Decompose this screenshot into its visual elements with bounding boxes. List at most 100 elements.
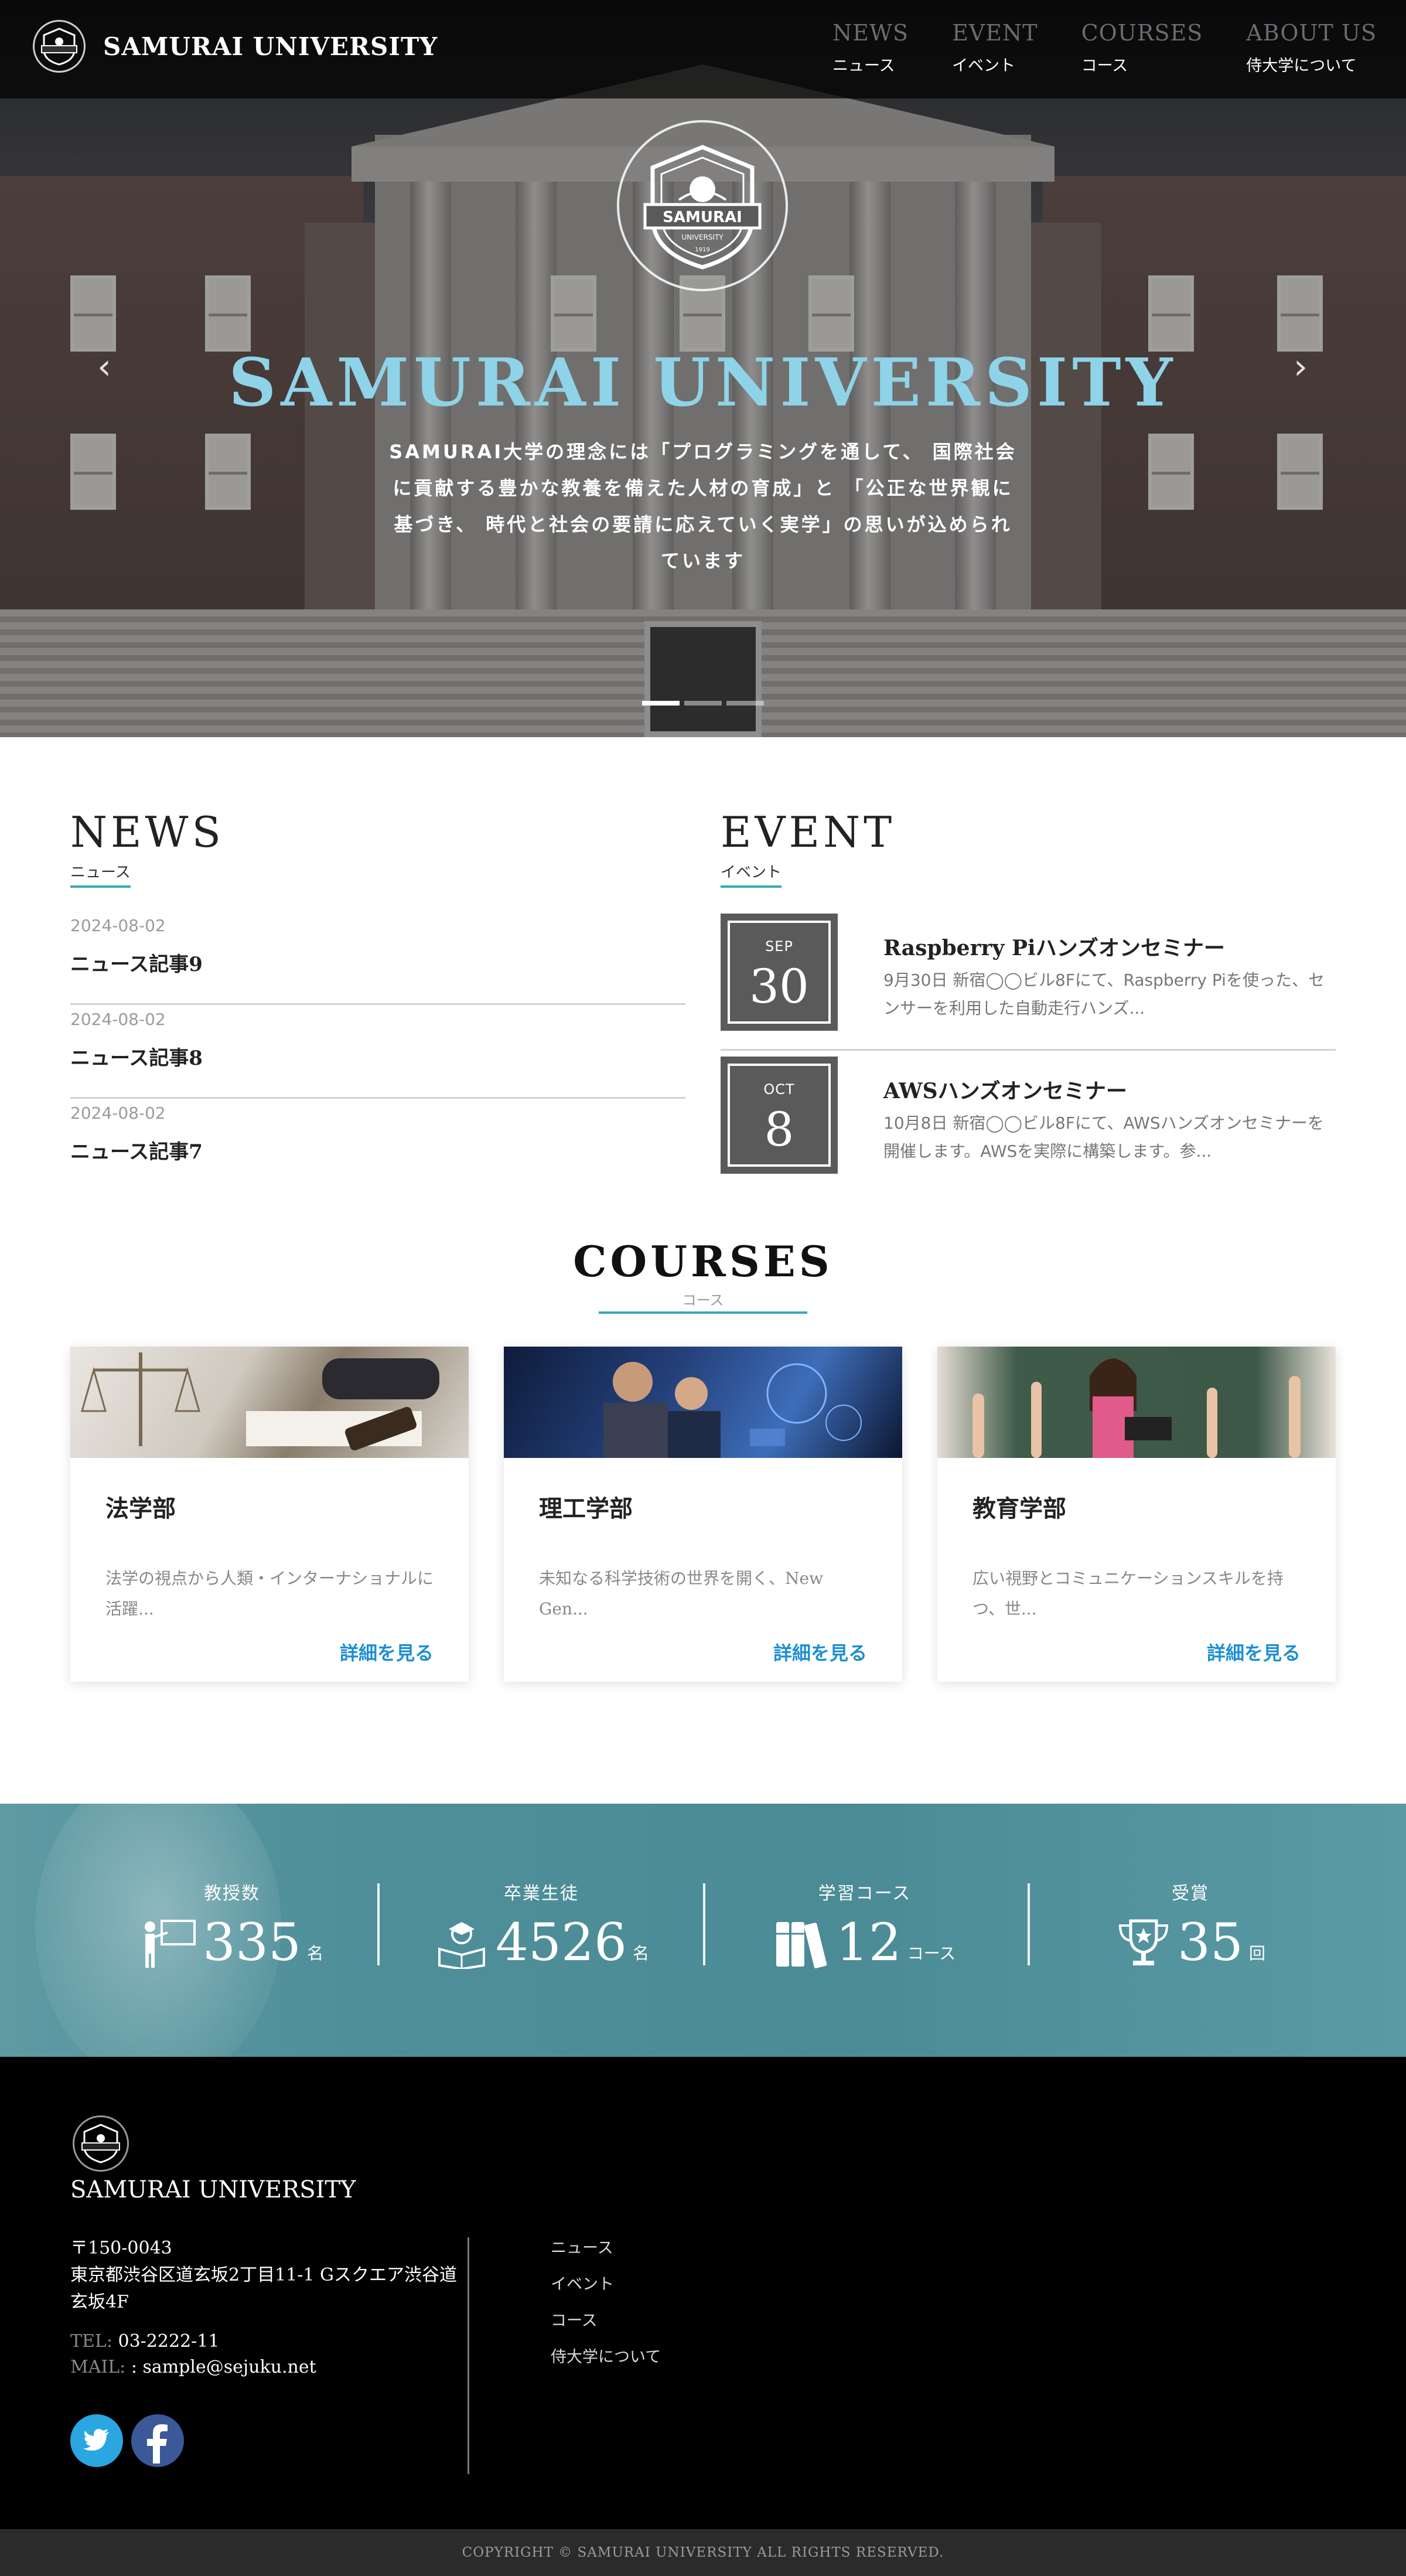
- nav-item-event[interactable]: EVENT イベント: [952, 20, 1038, 76]
- mail-value[interactable]: : sample@sejuku.net: [131, 2357, 316, 2377]
- course-detail-link[interactable]: 詳細を見る: [340, 1638, 434, 1665]
- course-name: 法学部: [105, 1495, 176, 1522]
- course-name: 理工学部: [539, 1495, 633, 1522]
- footer-zip: 〒150-0043: [70, 2238, 172, 2258]
- footer-nav: ニュース イベント コース 侍大学について: [551, 2230, 661, 2376]
- hero-title: SAMURAI UNIVERSITY: [228, 345, 1178, 421]
- footer-logo[interactable]: [73, 2115, 129, 2172]
- facebook-button[interactable]: [131, 2414, 184, 2467]
- event-month: SEP: [765, 938, 793, 955]
- slider-prev-button[interactable]: ‹: [87, 349, 122, 384]
- event-description: 9月30日 新宿◯◯ビル8Fにて、Raspberry Piを使った、センサーを利…: [883, 970, 1325, 1018]
- news-date: 2024-08-02: [70, 1103, 166, 1123]
- course-detail-link[interactable]: 詳細を見る: [773, 1638, 867, 1665]
- news-item[interactable]: 2024-08-02 ニュース記事7: [70, 1099, 685, 1192]
- footer-tel: TEL: 03-2222-11: [70, 2331, 219, 2352]
- books-icon: [776, 1922, 827, 1968]
- brand-link[interactable]: SAMURAI UNIVERSITY: [33, 20, 438, 73]
- svg-text:UNIVERSITY: UNIVERSITY: [681, 233, 724, 241]
- nav-label-ja: コース: [1081, 57, 1128, 75]
- footer-link-about[interactable]: 侍大学について: [551, 2339, 661, 2376]
- courses-header: COURSES コース: [0, 1236, 1406, 1314]
- twitter-icon: [83, 2429, 109, 2451]
- stat-graduates: 卒業生徒 4526 名: [380, 1804, 703, 2057]
- classroom-image: [972, 1358, 1301, 1458]
- news-list: 2024-08-02 ニュース記事9 2024-08-02 ニュース記事8 20…: [70, 911, 685, 1192]
- event-title-link[interactable]: Raspberry Piハンズオンセミナー: [883, 931, 1225, 962]
- event-date-badge: SEP 30: [721, 914, 838, 1031]
- news-section: NEWS ニュース 2024-08-02 ニュース記事9 2024-08-02 …: [70, 807, 685, 1192]
- event-day: 8: [764, 1102, 794, 1157]
- nav-label-ja: イベント: [952, 57, 1016, 75]
- social-links: [70, 2414, 184, 2467]
- brand-name: SAMURAI UNIVERSITY: [103, 32, 438, 61]
- stats-section: 教授数 335 名 卒業生徒 4526 名 学習コース 12 コース 受賞 35…: [0, 1804, 1406, 2057]
- emblem-icon: [81, 2124, 120, 2163]
- event-item[interactable]: OCT 8 AWSハンズオンセミナー 10月8日 新宿◯◯ビル8Fにて、AWSハ…: [721, 1051, 1336, 1194]
- stat-unit: 回: [1248, 1944, 1265, 1963]
- nav-item-about[interactable]: ABOUT US 侍大学について: [1246, 20, 1377, 76]
- footer-link-news[interactable]: ニュース: [551, 2230, 661, 2267]
- stat-label: 受賞: [1172, 1883, 1209, 1904]
- footer-mail: MAIL: : sample@sejuku.net: [70, 2357, 316, 2377]
- course-description: 未知なる科学技術の世界を開く、New Gen...: [539, 1569, 824, 1618]
- nav-item-news[interactable]: NEWS ニュース: [832, 20, 909, 76]
- slider-dot[interactable]: [642, 701, 680, 706]
- event-item[interactable]: SEP 30 Raspberry Piハンズオンセミナー 9月30日 新宿◯◯ビ…: [721, 908, 1336, 1051]
- nav-label-en: ABOUT US: [1246, 20, 1377, 46]
- svg-text:1919: 1919: [695, 247, 709, 253]
- news-title-link[interactable]: ニュース記事7: [70, 1136, 685, 1164]
- stat-unit: 名: [632, 1944, 649, 1963]
- news-title-link[interactable]: ニュース記事8: [70, 1042, 685, 1071]
- trophy-icon: [1118, 1919, 1169, 1965]
- nav-label-en: NEWS: [832, 20, 909, 46]
- stat-value: 35: [1178, 1912, 1243, 1972]
- course-name: 教育学部: [972, 1495, 1066, 1522]
- stat-professors: 教授数 335 名: [70, 1804, 394, 2057]
- course-detail-link[interactable]: 詳細を見る: [1207, 1638, 1301, 1665]
- stat-value: 4526: [496, 1912, 627, 1972]
- stat-courses: 学習コース 12 コース: [703, 1804, 1026, 2057]
- tel-value[interactable]: 03-2222-11: [118, 2331, 220, 2352]
- footer-link-courses[interactable]: コース: [551, 2303, 661, 2339]
- site-footer: SAMURAI UNIVERSITY 〒150-0043 東京都渋谷区道玄坂2丁…: [0, 2057, 1406, 2529]
- footer-link-event[interactable]: イベント: [551, 2267, 661, 2303]
- courses-title: COURSES: [573, 1236, 833, 1286]
- slider-dot[interactable]: [684, 701, 722, 706]
- nav-label-ja: ニュース: [832, 57, 895, 75]
- site-header: SAMURAI UNIVERSITY NEWS ニュース EVENT イベント …: [0, 0, 1406, 98]
- news-item[interactable]: 2024-08-02 ニュース記事9: [70, 911, 685, 1005]
- graduate-icon: [438, 1922, 486, 1969]
- chevron-right-icon: ›: [1294, 346, 1308, 387]
- main-nav: NEWS ニュース EVENT イベント COURSES コース ABOUT U…: [832, 20, 1377, 76]
- news-item[interactable]: 2024-08-02 ニュース記事8: [70, 1005, 685, 1099]
- footer-brand-name: SAMURAI UNIVERSITY: [70, 2176, 356, 2203]
- stat-value: 12: [835, 1912, 902, 1972]
- course-description: 広い視野とコミュニケーションスキルを持つ、世...: [972, 1569, 1284, 1618]
- stat-label: 卒業生徒: [504, 1883, 579, 1904]
- hero-description: SAMURAI大学の理念には「プログラミングを通して、 国際社会に貢献する豊かな…: [389, 441, 1017, 572]
- event-section: EVENT イベント SEP 30 Raspberry Piハンズオンセミナー …: [721, 807, 1336, 1194]
- event-date-badge: OCT 8: [721, 1057, 838, 1174]
- news-title: NEWS: [70, 807, 224, 857]
- university-logo: [33, 20, 86, 73]
- hero-slider: SAMURAI UNIVERSITY 1919 SAMURAI UNIVERSI…: [0, 0, 1406, 737]
- news-title-link[interactable]: ニュース記事9: [70, 948, 685, 977]
- nav-item-courses[interactable]: COURSES コース: [1081, 20, 1203, 76]
- copyright: COPYRIGHT © SAMURAI UNIVERSITY ALL RIGHT…: [0, 2529, 1406, 2576]
- course-card-education[interactable]: 教育学部 広い視野とコミュニケーションスキルを持つ、世... 詳細を見る: [937, 1347, 1336, 1682]
- news-subtitle: ニュース: [70, 860, 131, 888]
- course-image-law: [70, 1347, 469, 1458]
- slider-dot[interactable]: [726, 701, 764, 706]
- courses-subtitle: コース: [599, 1289, 807, 1314]
- twitter-button[interactable]: [70, 2414, 123, 2467]
- slider-next-button[interactable]: ›: [1283, 349, 1318, 384]
- course-card-law[interactable]: 法学部 法学の視点から人類・インターナショナルに活躍... 詳細を見る: [70, 1347, 469, 1682]
- course-card-science[interactable]: 理工学部 未知なる科学技術の世界を開く、New Gen... 詳細を見る: [504, 1347, 902, 1682]
- stat-value: 335: [203, 1912, 301, 1972]
- event-title-link[interactable]: AWSハンズオンセミナー: [883, 1074, 1127, 1105]
- scales-gavel-image: [81, 1352, 439, 1451]
- course-description: 法学の視点から人類・インターナショナルに活躍...: [105, 1569, 434, 1618]
- tel-label: TEL:: [70, 2331, 112, 2352]
- footer-divider: [467, 2237, 469, 2474]
